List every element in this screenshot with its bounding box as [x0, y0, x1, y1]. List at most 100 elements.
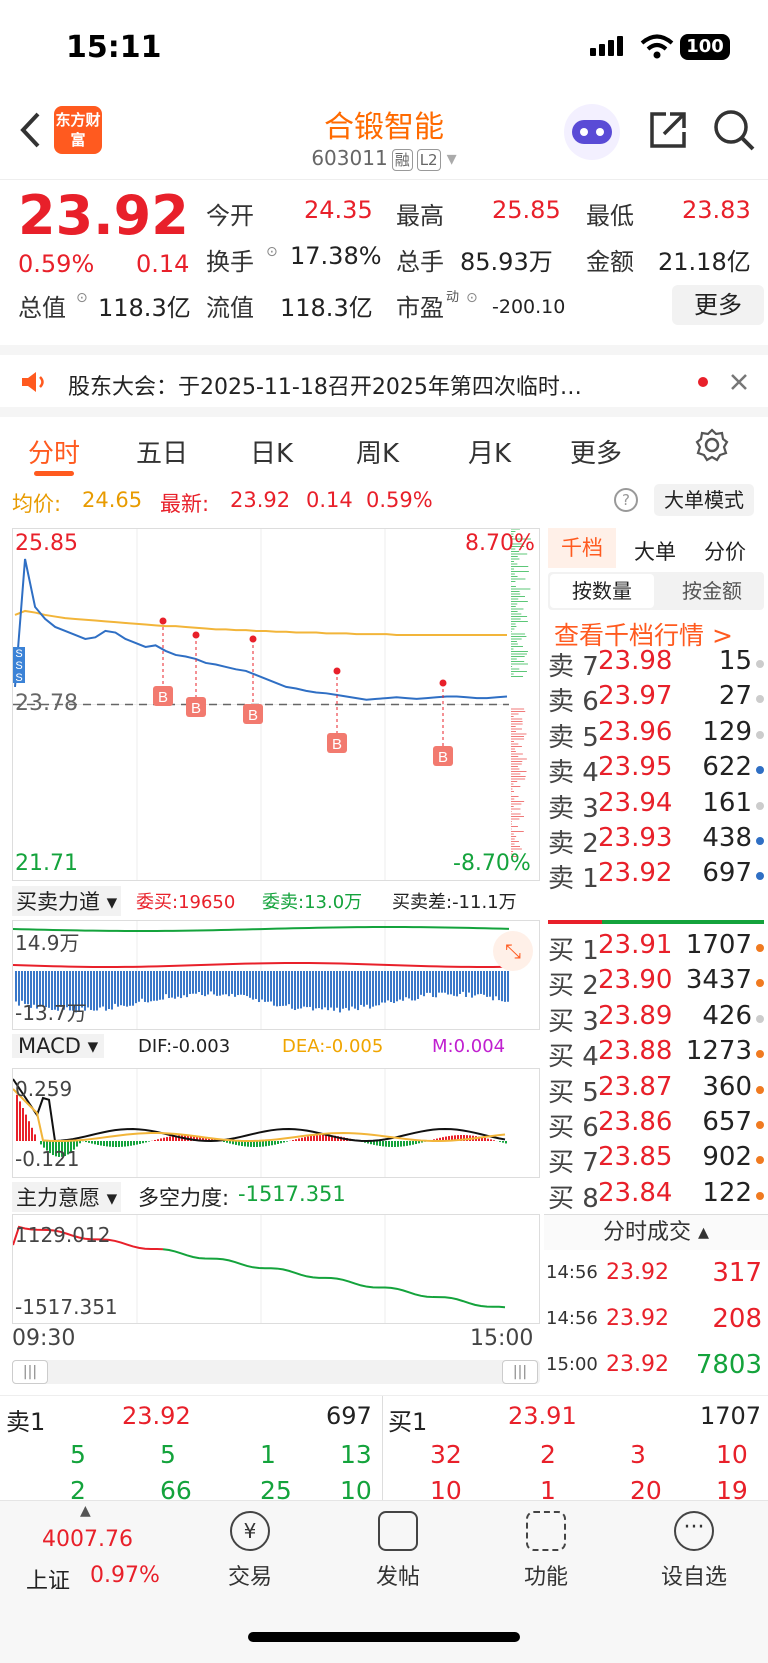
by-quantity[interactable]: 按数量 [550, 574, 654, 608]
queue-sell-cell: 1 [260, 1440, 276, 1469]
buysell-selector[interactable]: 买卖力道 ▾ [12, 886, 121, 916]
level2-tag: L2 [417, 149, 441, 171]
sell-volume: 27 [719, 681, 752, 711]
info-icon[interactable]: ⊙ [76, 290, 88, 306]
period-tabs: 分时 五日 日K 周K 月K 更多 [0, 407, 768, 472]
buy-row: 买 4 23.88 1273 [548, 1036, 764, 1072]
info-icon[interactable]: ⊙ [466, 290, 478, 306]
chart-low: 21.71 [15, 851, 78, 876]
sell-dot [756, 837, 764, 845]
sell-price: 23.92 [598, 858, 672, 888]
index-name: 上证 [26, 1563, 70, 1595]
tab-thousand-level[interactable]: 千档 [548, 528, 616, 568]
last-label: 最新: [160, 488, 209, 518]
buy-dot [756, 944, 764, 952]
volume-value: 85.93万 [460, 242, 553, 277]
mainforce-chart: 1129.012 -1517.351 [12, 1214, 540, 1324]
tick-time: 14:56 [546, 1262, 598, 1283]
buy-price: 23.85 [598, 1142, 672, 1172]
sell-row: 卖 3 23.94 161 [548, 788, 764, 824]
sell-row: 卖 2 23.93 438 [548, 823, 764, 859]
ticks-panel: 分时成交 ▴ 14:56 23.92 317 14:56 23.92 208 15:00 23… [544, 1214, 768, 1394]
sell-dot [756, 872, 764, 880]
battery-icon: 100 [680, 34, 730, 60]
intraday-chart[interactable]: B B B B B SSS 25.85 21.71 23.78 8.70% -8.70% [12, 528, 540, 881]
ai-assistant-icon[interactable] [564, 104, 620, 160]
buy-label: 买 6 [548, 1107, 599, 1144]
search-icon[interactable] [712, 108, 756, 152]
time-scrollbar[interactable]: ||| ||| [12, 1360, 540, 1384]
chart-down-pct: -8.70% [453, 851, 531, 876]
pct-value: 0.59% [366, 488, 433, 512]
help-icon[interactable]: ? [614, 488, 638, 512]
float-cap-label: 流值 [206, 288, 254, 323]
buy-price: 23.89 [598, 1001, 672, 1031]
more-button[interactable]: 更多 [672, 285, 764, 325]
chart-high: 25.85 [15, 531, 78, 556]
nav-trade[interactable]: ¥ 交易 [200, 1511, 300, 1591]
stock-header: 东方财富 合锻智能 603011 融 L2 ▾ [0, 96, 768, 180]
index-value[interactable]: 4007.76 [42, 1527, 133, 1552]
buy-row: 买 7 23.85 902 [548, 1142, 764, 1178]
tab-5day[interactable]: 五日 [136, 433, 188, 470]
open-label: 今开 [206, 196, 254, 231]
buy-label: 买 8 [548, 1178, 599, 1215]
close-icon[interactable] [730, 373, 748, 391]
info-icon[interactable]: ⊙ [266, 244, 278, 260]
buy-label: 买 5 [548, 1072, 599, 1109]
buy-volume: 902 [702, 1142, 752, 1172]
price-chart-svg: B B B B B SSS [13, 529, 539, 880]
tick-price: 23.92 [606, 1352, 669, 1377]
buy-dot [756, 979, 764, 987]
nav-post[interactable]: 发帖 [348, 1511, 448, 1591]
queue-buy-cell: 10 [716, 1440, 748, 1469]
sell-label: 卖 4 [548, 752, 599, 789]
tab-more[interactable]: 更多 [570, 433, 622, 470]
buysell-bottom: -13.7万 [15, 997, 87, 1026]
tab-big-order[interactable]: 大单 [634, 536, 676, 566]
share-icon[interactable] [648, 110, 688, 150]
macd-header: MACD ▾ DIF:-0.003 DEA:-0.005 M:0.004 [12, 1032, 540, 1062]
sell-label: 卖 5 [548, 717, 599, 754]
expand-icon[interactable]: ⤡ [493, 931, 533, 971]
buy-marker-label: B [158, 689, 168, 706]
sell-marker-label: S [15, 648, 22, 660]
sell-label: 卖 1 [548, 858, 599, 895]
divider [382, 1396, 383, 1501]
sell-volume: 15 [719, 646, 752, 676]
big-order-mode-button[interactable]: 大单模式 [654, 484, 754, 516]
ticks-title[interactable]: 分时成交 ▴ [544, 1214, 768, 1250]
gear-icon[interactable] [694, 427, 730, 463]
buy-volume: 1273 [686, 1036, 752, 1066]
scroll-handle-right[interactable]: ||| [502, 1360, 538, 1384]
nav-watchlist[interactable]: ··· 设自选 [644, 1511, 744, 1591]
nav-function[interactable]: 功能 [496, 1511, 596, 1591]
buy-price: 23.91 [598, 930, 672, 960]
macd-selector[interactable]: MACD ▾ [12, 1034, 104, 1058]
notice-bar[interactable]: 股东大会：于2025-11-18召开2025年第四次临时… [0, 345, 768, 405]
wifi-icon [640, 34, 674, 60]
tick-volume: 7803 [696, 1350, 762, 1380]
tab-intraday[interactable]: 分时 [28, 433, 80, 470]
mainforce-selector[interactable]: 主力意愿 ▾ [12, 1182, 121, 1212]
tab-price-dist[interactable]: 分价 [704, 536, 746, 566]
chart-infobar: 均价: 24.65 最新: 23.92 0.14 0.59% [0, 480, 540, 520]
last-price: 23.92 [18, 184, 189, 247]
tab-monthly[interactable]: 月K [468, 433, 511, 470]
stock-code: 603011 [311, 146, 387, 170]
tick-price: 23.92 [606, 1306, 669, 1331]
more-dots-icon: ··· [674, 1511, 714, 1551]
avg-value: 24.65 [82, 488, 142, 512]
buy-row: 买 2 23.90 3437 [548, 965, 764, 1001]
buy-row: 买 1 23.91 1707 [548, 930, 764, 966]
buy-price: 23.87 [598, 1072, 672, 1102]
tab-daily[interactable]: 日K [250, 433, 293, 470]
buy1-price: 23.91 [508, 1402, 577, 1430]
buysell-chart: 14.9万 -13.7万 ⤡ [12, 920, 540, 1030]
buy-price: 23.86 [598, 1107, 672, 1137]
time-start: 09:30 [12, 1326, 75, 1351]
tab-weekly[interactable]: 周K [356, 433, 399, 470]
buy-label: 买 1 [548, 930, 599, 967]
by-amount[interactable]: 按金额 [660, 574, 764, 608]
scroll-handle-left[interactable]: ||| [12, 1360, 48, 1384]
